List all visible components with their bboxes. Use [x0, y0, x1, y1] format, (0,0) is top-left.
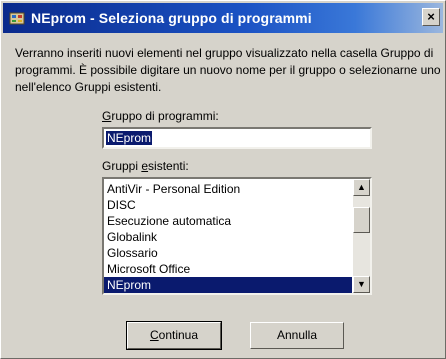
list-item[interactable]: AntiVir - Personal Edition [104, 181, 352, 197]
list-item[interactable]: Microsoft Office [104, 261, 352, 277]
list-item[interactable]: Globalink [104, 229, 352, 245]
instructions-text: Verranno inseriti nuovi elementi nel gru… [15, 46, 441, 94]
program-group-label-accel: G [102, 109, 112, 123]
continue-button[interactable]: Continua [126, 321, 222, 350]
program-group-label: Gruppo di programmi: [102, 109, 219, 123]
arrow-up-icon: ▲ [357, 182, 366, 192]
scroll-down-button[interactable]: ▼ [353, 276, 370, 293]
window-title: NEprom - Seleziona gruppo di programmi [31, 10, 312, 26]
existing-groups-label: Gruppi esistenti: [102, 159, 189, 173]
list-item[interactable]: Glossario [104, 245, 352, 261]
scroll-thumb[interactable] [353, 207, 370, 233]
list-item[interactable]: DISC [104, 197, 352, 213]
title-bar[interactable]: NEprom - Seleziona gruppo di programmi × [3, 3, 443, 33]
program-group-icon [9, 12, 25, 25]
arrow-down-icon: ▼ [357, 279, 366, 289]
program-group-input[interactable]: NEprom [102, 127, 372, 149]
close-button[interactable]: × [422, 8, 440, 26]
close-icon: × [427, 9, 435, 24]
program-group-value: NEprom [106, 131, 153, 145]
dialog-window: NEprom - Seleziona gruppo di programmi ×… [0, 0, 446, 359]
existing-groups-label-text: sistenti: [148, 159, 189, 173]
vertical-scrollbar[interactable]: ▲ ▼ [353, 179, 370, 293]
existing-groups-label-pre: Gruppi [102, 159, 142, 173]
existing-groups-list: AntiVir - Personal Edition DISC Esecuzio… [104, 181, 352, 293]
list-item-selected[interactable]: NEprom [104, 277, 352, 293]
continue-button-label: ontinua [158, 328, 199, 342]
list-item[interactable]: Esecuzione automatica [104, 213, 352, 229]
cancel-button[interactable]: Annulla [250, 322, 344, 349]
cancel-button-label: Annulla [276, 328, 318, 342]
continue-button-accel: C [149, 328, 159, 342]
scroll-up-button[interactable]: ▲ [353, 179, 370, 196]
program-group-label-text: ruppo di programmi: [111, 109, 219, 123]
existing-groups-listbox[interactable]: AntiVir - Personal Edition DISC Esecuzio… [102, 177, 372, 295]
